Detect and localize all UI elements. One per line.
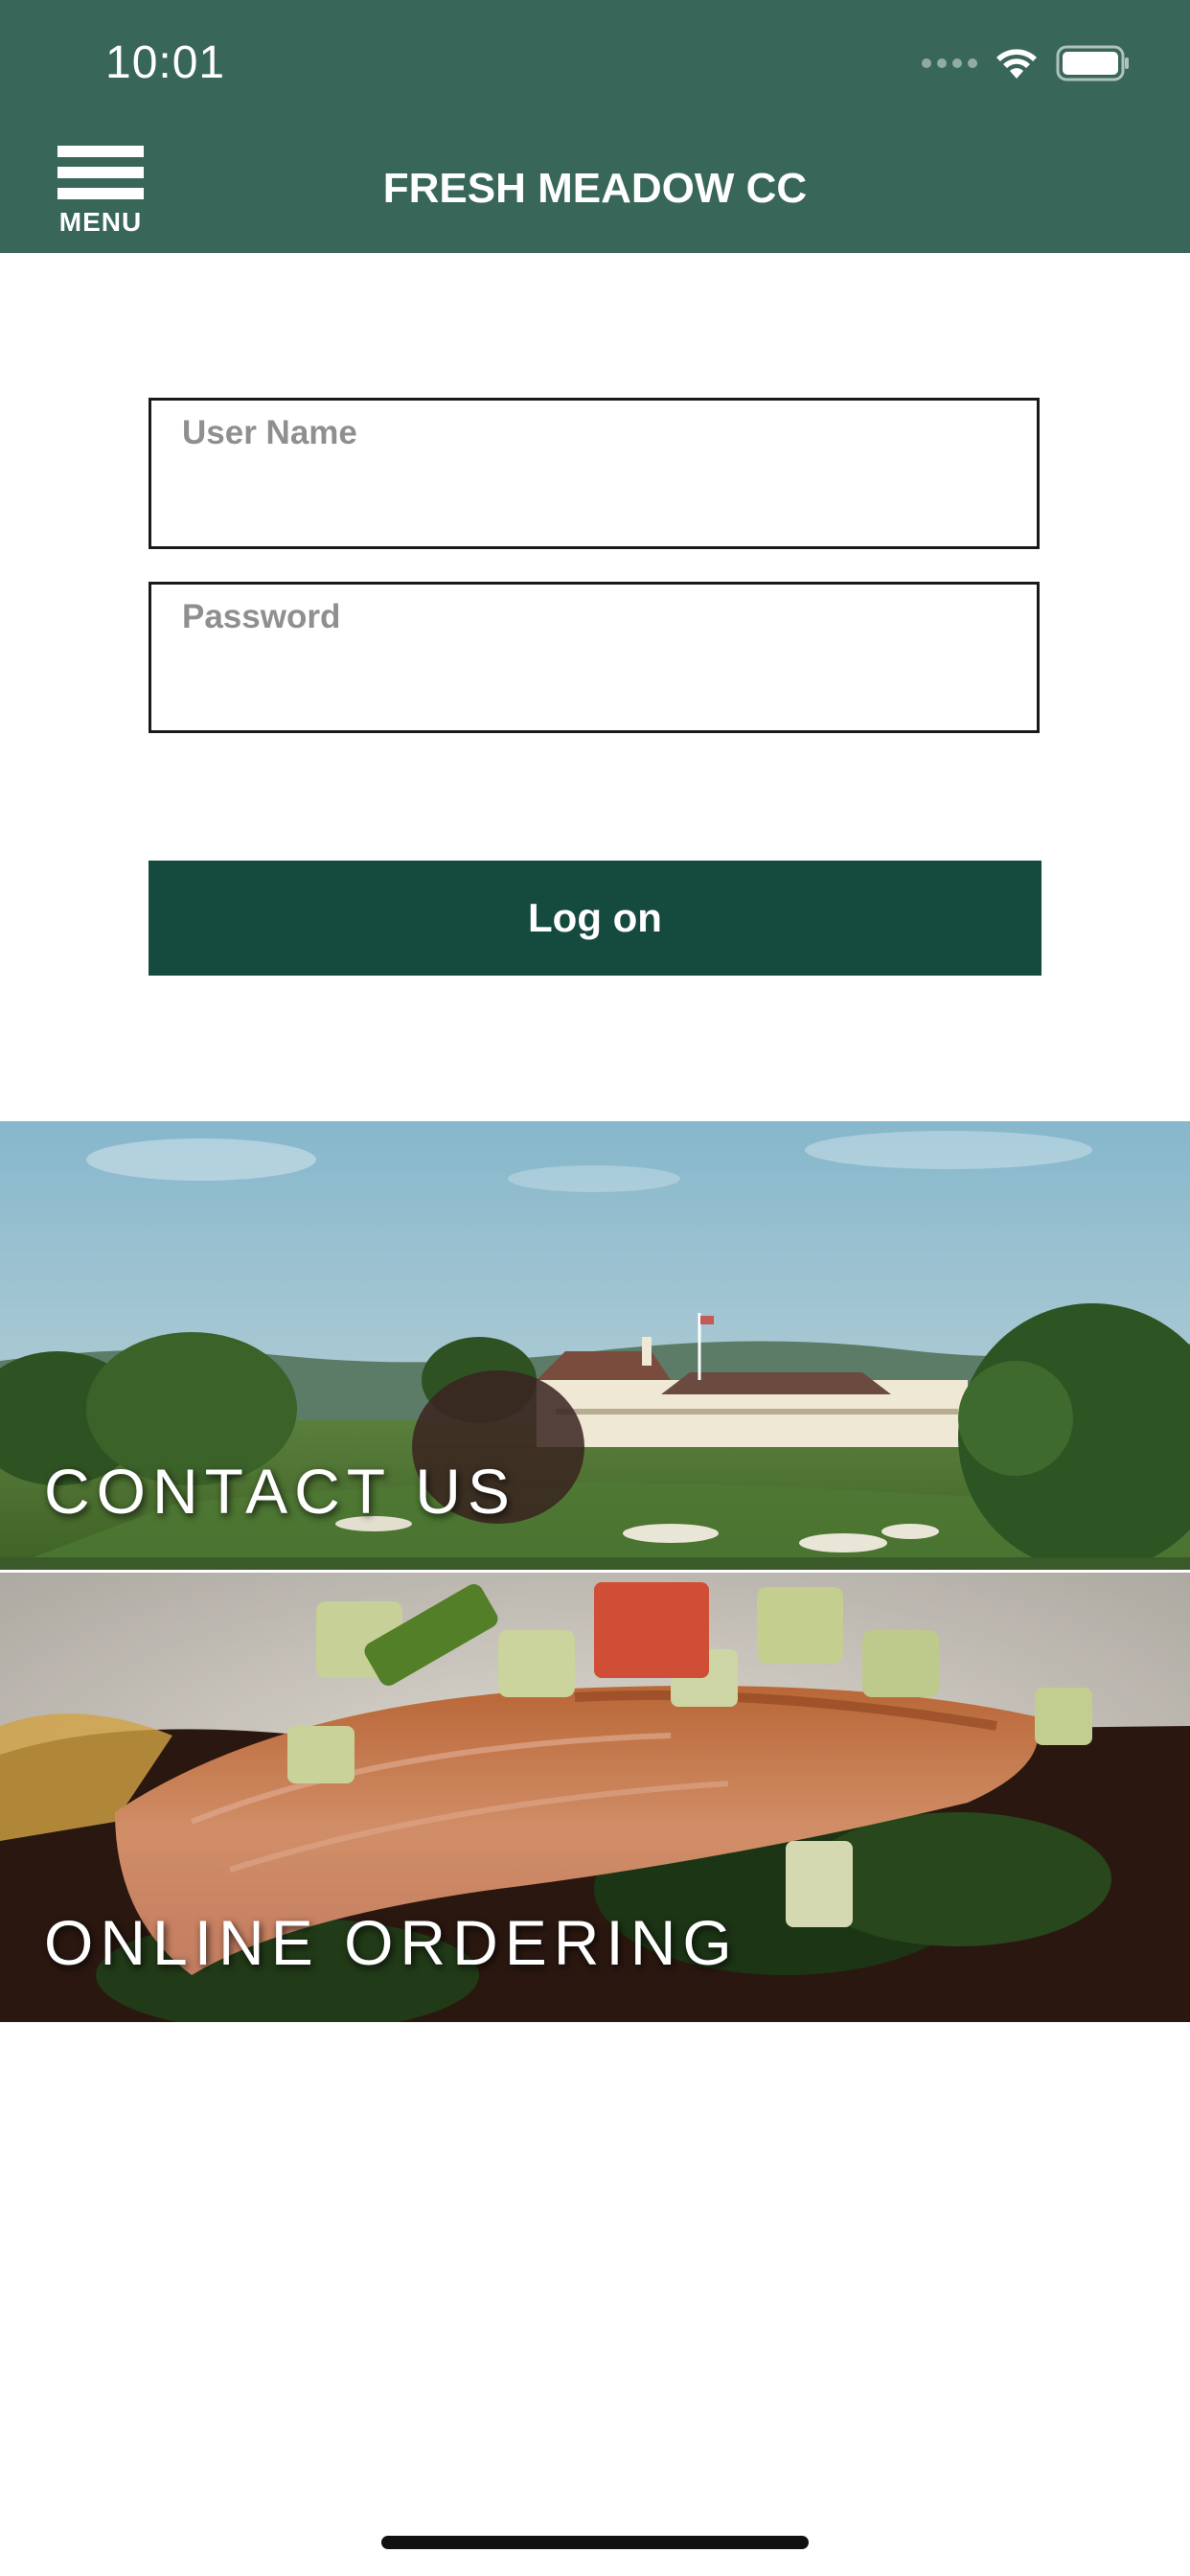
- online-ordering-label: ONLINE ORDERING: [44, 1907, 739, 1978]
- app-title: FRESH MEADOW CC: [382, 165, 808, 212]
- online-ordering-tile[interactable]: ONLINE ORDERING: [0, 1573, 1190, 2022]
- contact-us-tile[interactable]: CONTACT US: [0, 1121, 1190, 1570]
- status-time: 10:01: [105, 37, 226, 88]
- contact-us-label: CONTACT US: [44, 1456, 516, 1527]
- log-on-button[interactable]: Log on: [149, 861, 1041, 976]
- username-field[interactable]: User Name: [149, 398, 1040, 549]
- home-indicator[interactable]: [381, 2536, 809, 2549]
- status-icons: [922, 42, 1131, 84]
- cellular-signal-icon: [922, 58, 977, 68]
- username-input[interactable]: [151, 401, 1037, 546]
- menu-bar: [57, 146, 144, 157]
- password-field[interactable]: Password: [149, 582, 1040, 733]
- battery-icon: [1056, 45, 1131, 81]
- app-header: 10:01 MENU FRESH MEADOW CC: [0, 0, 1190, 253]
- password-input[interactable]: [151, 585, 1037, 730]
- wifi-icon: [995, 46, 1039, 80]
